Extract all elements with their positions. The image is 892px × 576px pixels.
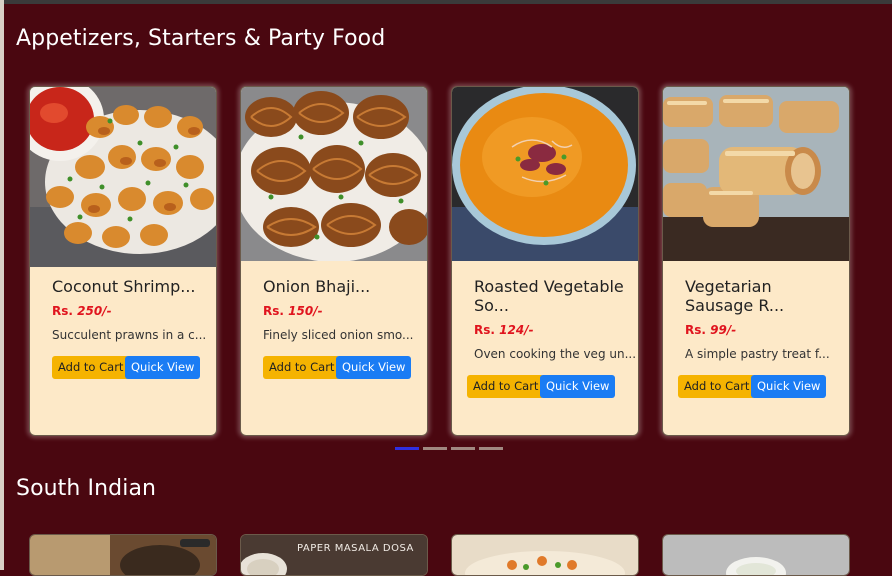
product-price: Rs. 250/- — [52, 304, 112, 318]
top-border — [0, 0, 892, 4]
product-name[interactable]: Onion Bhaji... — [263, 277, 413, 296]
product-name[interactable]: Coconut Shrimp... — [52, 277, 202, 296]
price-currency: Rs. — [52, 304, 73, 318]
carousel-dot-4[interactable] — [479, 447, 503, 450]
onion-bhaji-photo[interactable] — [241, 87, 427, 261]
paper-masala-dosa-photo[interactable] — [241, 535, 427, 575]
coconut-shrimp-photo[interactable] — [30, 87, 216, 267]
product-description: Finely sliced onion smo... — [263, 328, 414, 342]
price-currency: Rs. — [263, 304, 284, 318]
left-edge — [0, 0, 4, 570]
product-description: Succulent prawns in a c... — [52, 328, 207, 342]
product-description: Oven cooking the veg un... — [474, 347, 637, 361]
add-to-cart-button[interactable]: Add to Cart — [467, 375, 545, 398]
product-price: Rs. 150/- — [263, 304, 323, 318]
product-card-vegetarian-sausage-roll[interactable]: Vegetarian Sausage R... Rs. 99/- A simpl… — [662, 86, 850, 436]
south-indian-dish-4-photo[interactable] — [663, 535, 849, 575]
price-amount: 150/- — [288, 304, 323, 318]
dish-overlay-label: PAPER MASALA DOSA — [297, 543, 414, 554]
quick-view-button[interactable]: Quick View — [125, 356, 201, 379]
price-amount: 99/- — [710, 323, 737, 337]
price-currency: Rs. — [685, 323, 706, 337]
south-indian-dish-3-photo[interactable] — [452, 535, 638, 575]
add-to-cart-button[interactable]: Add to Cart — [263, 356, 341, 379]
carousel-dot-3[interactable] — [451, 447, 475, 450]
product-card-roasted-vegetable-soup[interactable]: Roasted Vegetable So... Rs. 124/- Oven c… — [451, 86, 639, 436]
product-card-coconut-shrimp[interactable]: Coconut Shrimp... Rs. 250/- Succulent pr… — [29, 86, 217, 436]
add-to-cart-button[interactable]: Add to Cart — [678, 375, 756, 398]
quick-view-button[interactable]: Quick View — [751, 375, 827, 398]
south-indian-dish-1-photo[interactable] — [30, 535, 216, 575]
carousel-dot-1[interactable] — [395, 447, 419, 450]
quick-view-button[interactable]: Quick View — [540, 375, 616, 398]
vegetarian-sausage-roll-photo[interactable] — [663, 87, 849, 261]
section-title-appetizers: Appetizers, Starters & Party Food — [16, 26, 386, 51]
product-description: A simple pastry treat f... — [685, 347, 830, 361]
product-name[interactable]: Vegetarian Sausage R... — [685, 277, 835, 315]
product-name[interactable]: Roasted Vegetable So... — [474, 277, 624, 315]
quick-view-button[interactable]: Quick View — [336, 356, 412, 379]
product-card-onion-bhaji[interactable]: Onion Bhaji... Rs. 150/- Finely sliced o… — [240, 86, 428, 436]
price-amount: 124/- — [499, 323, 534, 337]
add-to-cart-button[interactable]: Add to Cart — [52, 356, 130, 379]
carousel-dot-2[interactable] — [423, 447, 447, 450]
price-currency: Rs. — [474, 323, 495, 337]
price-amount: 250/- — [77, 304, 112, 318]
section-title-south-indian: South Indian — [16, 476, 157, 501]
roasted-vegetable-soup-photo[interactable] — [452, 87, 638, 261]
product-price: Rs. 124/- — [474, 323, 534, 337]
product-price: Rs. 99/- — [685, 323, 736, 337]
